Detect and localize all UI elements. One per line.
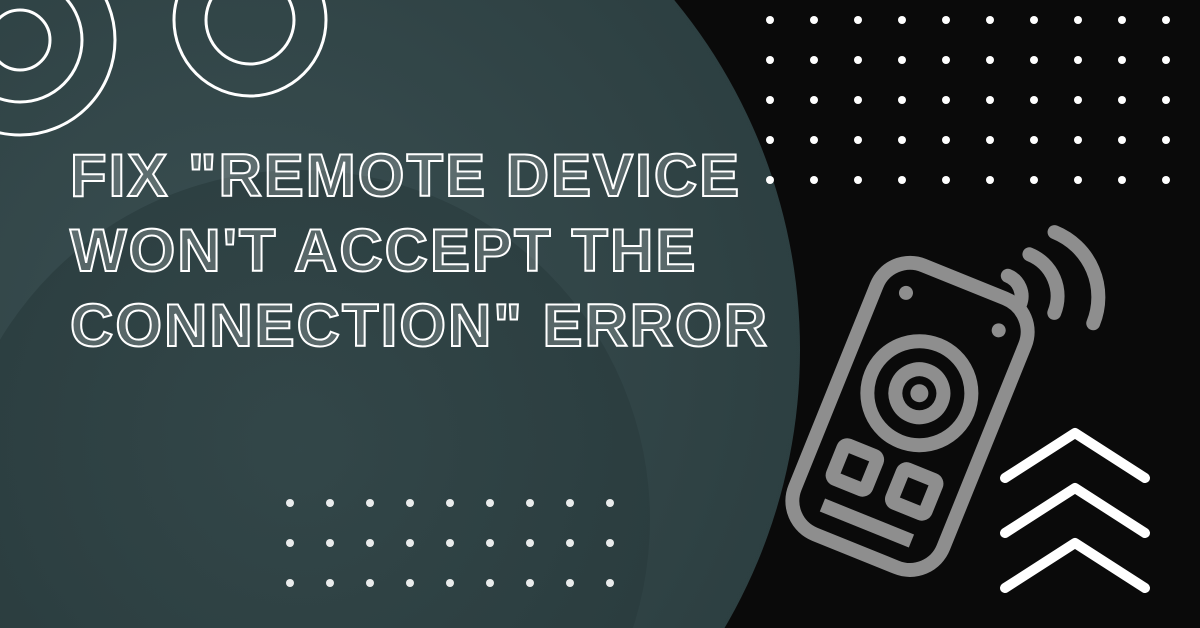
dot-grid-icon xyxy=(280,493,630,618)
concentric-rings-icon xyxy=(0,0,120,140)
hero-banner: FIX "REMOTE DEVICE WON'T ACCEPT THE CONN… xyxy=(0,0,1200,628)
headline-text: FIX "REMOTE DEVICE WON'T ACCEPT THE CONN… xyxy=(70,138,840,363)
concentric-rings-icon xyxy=(170,0,330,100)
